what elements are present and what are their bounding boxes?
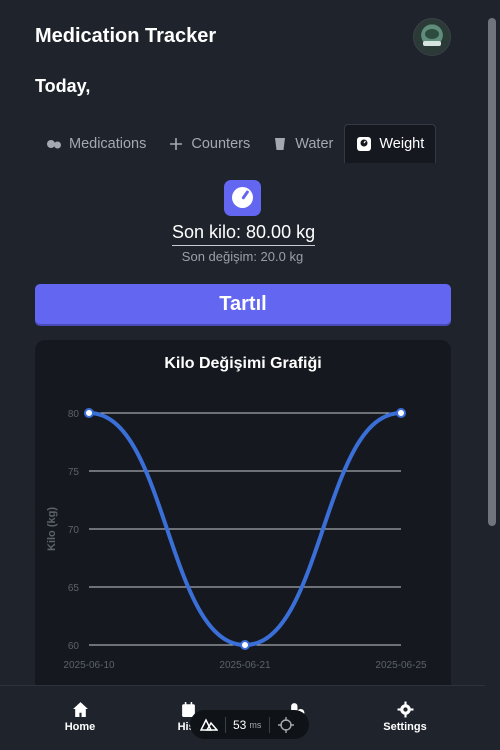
home-icon — [72, 702, 88, 717]
weight-scale-icon — [224, 180, 261, 216]
y-tick-label: 80 — [68, 409, 80, 420]
render-time-unit: ms — [249, 719, 262, 730]
gear-icon — [397, 701, 413, 718]
render-time-value: 53 — [233, 717, 247, 732]
y-axis-label: Kilo (kg) — [46, 507, 58, 551]
app-title: Medication Tracker — [35, 25, 217, 47]
user-avatar[interactable] — [413, 18, 451, 56]
y-tick-label: 75 — [68, 467, 80, 478]
plus-icon — [170, 137, 183, 150]
nav-settings-label: Settings — [383, 721, 427, 733]
data-point — [240, 640, 250, 650]
weight-scale-icon — [357, 137, 372, 151]
tab-water-label: Water — [295, 135, 334, 152]
tab-medications-label: Medications — [69, 135, 147, 152]
glass-icon — [275, 137, 286, 150]
nav-home-label: Home — [64, 721, 96, 733]
y-tick-label: 65 — [68, 583, 80, 594]
scrollbar-thumb[interactable] — [488, 18, 496, 526]
nav-home[interactable]: Home — [35, 701, 125, 733]
y-tick-label: 70 — [68, 525, 80, 536]
data-point — [396, 408, 406, 418]
data-point — [84, 408, 94, 418]
tab-weight[interactable]: Weight — [344, 124, 437, 163]
weigh-button[interactable]: Tartıl — [35, 284, 451, 324]
weight-chart: Kilo Değişimi Grafiği Kilo (kg) 60 65 70 75… — [46, 355, 427, 671]
pills-icon — [47, 139, 61, 148]
today-heading: Today, — [35, 76, 91, 96]
tab-medications[interactable]: Medications — [35, 124, 157, 163]
tab-water[interactable]: Water — [261, 124, 344, 163]
nav-settings[interactable]: Settings — [360, 701, 450, 733]
nuxt-logo-icon — [200, 717, 218, 731]
tab-bar: Medications Counters Water Weight — [35, 124, 451, 163]
x-tick-label: 2025-06-21 — [219, 660, 271, 671]
tab-counters-label: Counters — [191, 135, 251, 152]
x-tick-label: 2025-06-10 — [63, 660, 115, 671]
y-tick-label: 60 — [68, 641, 80, 652]
last-change: Son değişim: 20.0 kg — [181, 249, 304, 264]
target-icon[interactable] — [278, 716, 295, 733]
tab-counters[interactable]: Counters — [157, 124, 261, 163]
dev-toolbar[interactable]: 53 ms — [190, 710, 309, 739]
x-tick-label: 2025-06-25 — [375, 660, 427, 671]
last-weight: Son kilo: 80.00 kg — [172, 222, 316, 246]
chart-title: Kilo Değişimi Grafiği — [164, 355, 321, 372]
tab-weight-label: Weight — [379, 136, 425, 152]
weight-chart-card: Kilo Değişimi Grafiği Kilo (kg) 60 65 70 75… — [35, 340, 451, 700]
